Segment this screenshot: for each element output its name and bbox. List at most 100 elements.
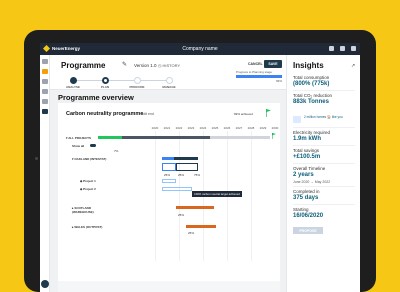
pct-label: 25% (164, 173, 171, 177)
insight-value: 375 days (293, 195, 319, 201)
chart-icon[interactable] (42, 89, 48, 94)
insight-label: Starting (293, 207, 309, 212)
step-plan[interactable] (102, 77, 109, 84)
year-label: 2021 (163, 126, 171, 130)
step-label-analyse: ANALYSE (65, 85, 81, 89)
step-manage[interactable] (166, 77, 173, 84)
document-icon[interactable] (42, 99, 48, 104)
row-wales[interactable]: ▸ WALES (OUTPOST) (72, 225, 110, 229)
insight-sub: June 2020 → May 2022 (293, 180, 331, 184)
settings-icon[interactable] (351, 46, 356, 51)
row-project-1[interactable]: ◆ Project 1 (80, 179, 118, 183)
timeline-bar (176, 206, 214, 209)
timeline-bar (174, 157, 198, 160)
year-label: 2020 (151, 126, 159, 130)
edit-end-link[interactable]: Edit end (141, 112, 154, 116)
divider (293, 186, 355, 187)
edit-pencil-icon[interactable]: ✎ (122, 61, 127, 68)
propose-button[interactable]: PROPOSE (293, 227, 323, 234)
gridline (179, 131, 180, 261)
insight-label: Overall Timeline (293, 166, 326, 171)
insight-label: Electricity required (293, 130, 331, 135)
timeline-box (162, 187, 192, 191)
insights-title: Insights (293, 61, 324, 70)
progress-bar (236, 75, 282, 78)
save-button[interactable]: SAVE (264, 60, 282, 68)
insight-value: 883k Tonnes (293, 99, 329, 105)
year-label: 2029 (259, 126, 267, 130)
toggle-switch[interactable] (90, 144, 96, 147)
year-label: 2022 (175, 126, 183, 130)
step-procure[interactable] (134, 77, 141, 84)
stage-stepper: ANALYSE PLAN PROCURE MANAGE (66, 77, 182, 89)
version-label: Version 1.0 (134, 63, 157, 68)
insight-label: Completed in (293, 189, 320, 194)
achieved-label: 99% achieved (234, 112, 253, 116)
overview-title: Programme overview (58, 93, 134, 102)
step-analyse[interactable] (70, 77, 77, 84)
history-link[interactable]: ◷ HISTORY (158, 63, 180, 68)
row-scotland[interactable]: ▸ SCOTLAND (WAREHOUSE) (72, 206, 110, 214)
pct-label: 25% (188, 231, 195, 235)
year-label: 2030 (271, 126, 279, 130)
year-label: 2027 (235, 126, 243, 130)
year-label: 2023 (187, 126, 195, 130)
insight-value: 2 years (293, 172, 314, 178)
flag-icon (272, 133, 276, 139)
insight-label: Total CO₂ reduction (293, 93, 333, 98)
timeline-box (176, 163, 198, 171)
step-label-procure: PROCURE (129, 85, 145, 89)
history-label: HISTORY (162, 63, 181, 68)
timeline-bar (162, 157, 174, 160)
clock-icon: ◷ (158, 63, 162, 68)
insight-value: +£100.5m (293, 154, 321, 160)
timeline-bar (186, 225, 216, 228)
insights-panel: Insights ↗ Total consumption (800% (775k… (286, 55, 360, 292)
divider (293, 90, 355, 91)
row-oakland[interactable]: ▾ OAKLAND (INTESTAT) (72, 157, 110, 161)
grid-icon[interactable] (329, 46, 334, 51)
gridline (155, 131, 156, 261)
step-label-plan: PLAN (100, 85, 110, 89)
insight-label: Total savings (293, 148, 320, 153)
company-name: Company name (182, 46, 218, 52)
tablet-frame: NeuerEnergy Company name Programme ✎ Ver… (24, 30, 376, 292)
app-screen: NeuerEnergy Company name Programme ✎ Ver… (40, 43, 360, 292)
house-note: 2 million homes 🏠 like you (304, 115, 343, 119)
step-label-manage: MANAGE (162, 85, 176, 89)
insight-value: 1.9m kWh (293, 136, 322, 142)
row-pct: 7% (114, 149, 119, 153)
home-icon[interactable] (42, 59, 48, 64)
page-title: Programme (61, 61, 106, 70)
top-actions (329, 46, 356, 51)
programme-header: Programme ✎ Version 1.0 ◷ HISTORY CANCEL… (50, 55, 286, 90)
year-label: 2024 (199, 126, 207, 130)
row-project-2[interactable]: ◆ Project 2 (80, 187, 118, 191)
map-icon[interactable] (42, 79, 48, 84)
pct-label: 25% (178, 213, 185, 217)
divider (293, 127, 355, 128)
year-label: 2028 (247, 126, 255, 130)
top-bar: NeuerEnergy Company name (40, 43, 360, 55)
house-icon (293, 116, 301, 123)
divider (293, 145, 355, 146)
help-icon[interactable] (340, 46, 345, 51)
timeline-bar (210, 136, 270, 139)
programme-icon[interactable] (42, 109, 48, 114)
timeline-box (162, 179, 176, 183)
card-title: Carbon neutrality programme (66, 111, 144, 117)
building-icon[interactable] (42, 69, 48, 74)
tooltip: 100% carbon neutral target achieved (192, 191, 242, 197)
pct-label: 25% (178, 173, 185, 177)
progress-fill (236, 75, 282, 78)
cancel-button[interactable]: CANCEL (248, 62, 263, 66)
divider (293, 163, 355, 164)
insight-label: Total consumption (293, 75, 330, 80)
gridline (251, 131, 252, 261)
progress-label: Progress to Planning stage (236, 70, 273, 74)
left-rail (40, 55, 50, 292)
insight-value: 16/06/2020 (293, 213, 324, 219)
chat-icon[interactable] (41, 280, 49, 288)
divider (293, 204, 355, 205)
arrow-up-right-icon[interactable]: ↗ (351, 63, 355, 69)
